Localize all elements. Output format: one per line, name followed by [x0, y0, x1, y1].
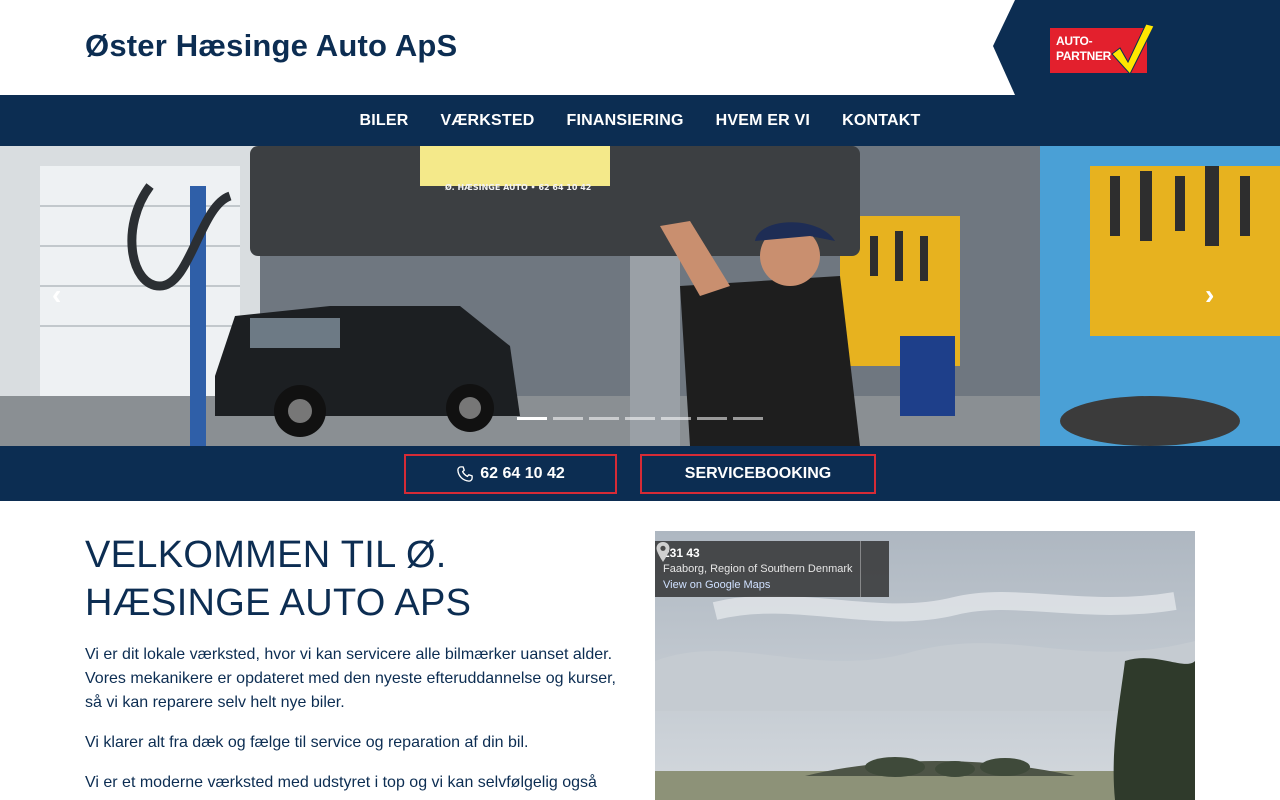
cta-bar: 62 64 10 42 SERVICEBOOKING: [0, 446, 1280, 501]
nav-item-finansiering[interactable]: FINANSIERING: [567, 112, 684, 130]
map-card-divider: [860, 541, 861, 597]
slider-dot[interactable]: [697, 417, 727, 420]
site-title[interactable]: Øster Hæsinge Auto ApS: [85, 28, 457, 64]
intro-paragraph-3: Vi er et moderne værksted med udstyret i…: [85, 774, 597, 791]
slider-next-arrow-icon[interactable]: ›: [1205, 281, 1214, 309]
map-pin-icon[interactable]: [655, 541, 671, 563]
hero-slider: Ø. HÆSINGE AUTO • 62 64 10 42 ‹ ›: [0, 146, 1280, 446]
view-on-google-maps-link[interactable]: View on Google Maps: [663, 579, 770, 591]
nav-item-vaerksted[interactable]: VÆRKSTED: [440, 112, 534, 130]
workshop-photo: Ø. HÆSINGE AUTO • 62 64 10 42: [0, 146, 1280, 446]
welcome-heading: VELKOMMEN TIL Ø. HÆSINGE AUTO APS: [85, 534, 472, 624]
nav-item-biler[interactable]: BILER: [359, 112, 408, 130]
map-info-card: 231 43 Faaborg, Region of Southern Denma…: [655, 541, 889, 597]
slider-dot[interactable]: [553, 417, 583, 420]
servicebooking-button[interactable]: SERVICEBOOKING: [640, 454, 876, 494]
logo-line-2: PARTNER: [1056, 49, 1112, 63]
slider-dot[interactable]: [625, 417, 655, 420]
nav-item-hvem-er-vi[interactable]: HVEM ER VI: [716, 112, 810, 130]
phone-number: 62 64 10 42: [480, 465, 565, 482]
slider-dot[interactable]: [733, 417, 763, 420]
phone-icon: [457, 466, 474, 482]
slider-prev-arrow-icon[interactable]: ‹: [52, 281, 61, 309]
intro-paragraph-2: Vi klarer alt fra dæk og fælge til servi…: [85, 734, 529, 751]
plate-text: Ø. HÆSINGE AUTO • 62 64 10 42: [445, 182, 591, 192]
main-nav: BILER VÆRKSTED FINANSIERING HVEM ER VI K…: [0, 95, 1280, 146]
logo-text: AUTO- PARTNER: [1056, 34, 1111, 64]
logo-line-1: AUTO-: [1056, 34, 1093, 48]
nav-item-kontakt[interactable]: KONTAKT: [842, 112, 920, 130]
checkmark-icon: [1111, 23, 1154, 75]
intro-paragraph-1: Vi er dit lokale værksted, hvor vi kan s…: [85, 646, 616, 711]
slider-dot[interactable]: [589, 417, 619, 420]
phone-button[interactable]: 62 64 10 42: [404, 454, 617, 494]
street-view-map[interactable]: 231 43 Faaborg, Region of Southern Denma…: [655, 531, 1195, 800]
slider-dot[interactable]: [517, 417, 547, 420]
slider-dots: [517, 417, 763, 420]
slider-dot[interactable]: [661, 417, 691, 420]
servicebooking-label: SERVICEBOOKING: [684, 465, 832, 482]
autopartner-logo[interactable]: AUTO- PARTNER: [1050, 23, 1154, 75]
map-subtitle: Faaborg, Region of Southern Denmark: [663, 563, 853, 575]
